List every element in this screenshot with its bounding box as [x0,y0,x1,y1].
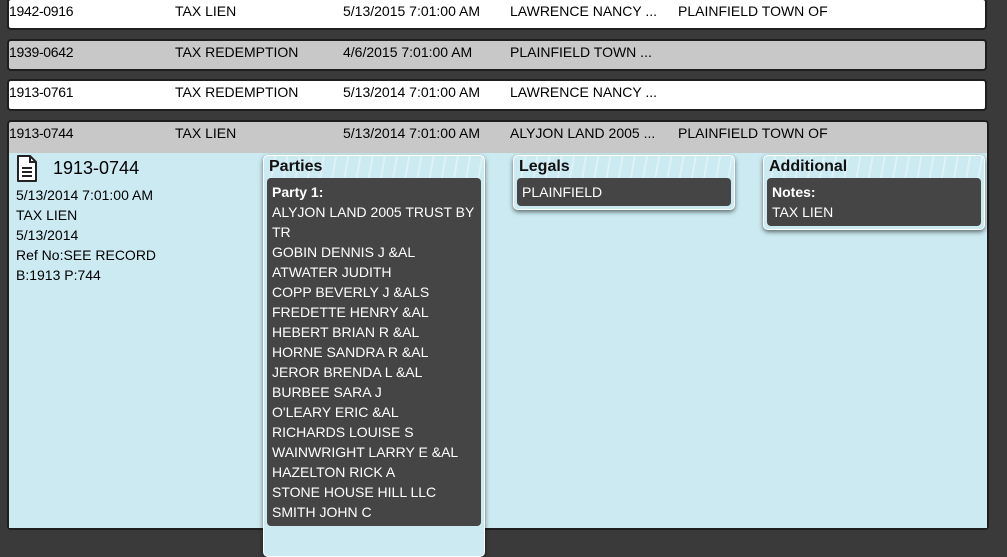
record-title: 1913-0744 [53,158,140,178]
row-type: TAX REDEMPTION [175,44,299,60]
additional-heading: Additional [764,156,984,178]
row-party-1: LAWRENCE NANCY ... [510,84,658,100]
party-name: FREDETTE HENRY &AL [272,304,429,320]
row-party-1: LAWRENCE NANCY ... [510,3,658,19]
parties-list: Party 1: ALYJON LAND 2005 TRUST BY TR GO… [267,178,481,526]
party-name: JEROR BRENDA L &AL [272,364,423,380]
party-name: ALYJON LAND 2005 TRUST BY TR [272,204,475,240]
notes-value: TAX LIEN [772,204,834,220]
party-name: HEBERT BRIAN R &AL [272,324,420,340]
record-type: TAX LIEN [16,207,78,223]
table-row[interactable]: 1939-0642 TAX REDEMPTION 4/6/2015 7:01:0… [7,39,987,71]
row-type: TAX LIEN [175,3,237,19]
record-recorded-date: 5/13/2014 [16,227,79,243]
row-id: 1913-0761 [9,84,74,100]
record-ref-no: Ref No:SEE RECORD [16,247,157,263]
party-name: HORNE SANDRA R &AL [272,344,429,360]
parties-panel: Parties Party 1: ALYJON LAND 2005 TRUST … [263,155,485,557]
document-icon[interactable] [15,155,39,183]
row-date: 4/6/2015 7:01:00 AM [343,44,473,60]
row-id: 1942-0916 [9,3,74,19]
row-id: 1939-0642 [9,44,74,60]
party-name: O'LEARY ERIC &AL [272,404,399,420]
record-date: 5/13/2014 7:01:00 AM [16,187,153,203]
row-type: TAX LIEN [175,125,237,141]
party-name: SMITH JOHN C [272,504,372,520]
table-row[interactable]: 1942-0916 TAX LIEN 5/13/2015 7:01:00 AM … [7,0,987,30]
party-name: STONE HOUSE HILL LLC [272,484,437,500]
notes-label: Notes: [772,184,816,200]
table-row[interactable]: 1913-0761 TAX REDEMPTION 5/13/2014 7:01:… [7,79,987,111]
party-name: RICHARDS LOUISE S [272,424,414,440]
row-party-2: PLAINFIELD TOWN OF [678,125,828,141]
party-name: WAINWRIGHT LARRY E &AL [272,444,459,460]
row-party-2: PLAINFIELD TOWN OF [678,3,828,19]
notes-box: Notes: TAX LIEN [767,178,981,226]
row-date: 5/13/2014 7:01:00 AM [343,84,480,100]
party-name: GOBIN DENNIS J &AL [272,244,416,260]
record-book-page: B:1913 P:744 [16,267,101,283]
legals-heading: Legals [514,156,734,178]
expanded-table-row[interactable]: 1913-0744 TAX LIEN 5/13/2014 7:01:00 AM … [7,120,989,557]
row-party-1: ALYJON LAND 2005 ... [510,125,656,141]
row-type: TAX REDEMPTION [175,84,299,100]
additional-panel: Additional Notes: TAX LIEN [763,155,985,230]
record-detail: 1913-0744 5/13/2014 7:01:00 AM TAX LIEN … [9,153,987,557]
row-id: 1913-0744 [9,125,74,141]
party-name: BURBEE SARA J [272,384,382,400]
party-label: Party 1: [272,184,324,200]
party-name: HAZELTON RICK A [272,464,396,480]
row-party-1: PLAINFIELD TOWN ... [510,44,652,60]
parties-heading: Parties [264,156,484,178]
legals-panel: Legals PLAINFIELD [513,155,735,210]
record-info: 5/13/2014 7:01:00 AM TAX LIEN 5/13/2014 … [16,185,156,285]
legals-value: PLAINFIELD [517,178,731,206]
row-date: 5/13/2015 7:01:00 AM [343,3,480,19]
party-name: COPP BEVERLY J &ALS [272,284,430,300]
row-date: 5/13/2014 7:01:00 AM [343,125,480,141]
party-name: ATWATER JUDITH [272,264,392,280]
